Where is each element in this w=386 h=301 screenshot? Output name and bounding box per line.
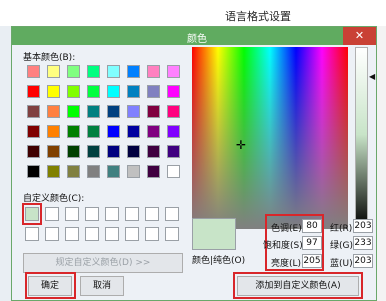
basic-color-swatch[interactable] xyxy=(47,165,60,178)
basic-color-swatch[interactable] xyxy=(107,105,120,118)
define-custom-colors-button[interactable]: 规定自定义颜色(D) >> xyxy=(23,253,183,273)
custom-color-slot[interactable] xyxy=(105,207,119,221)
basic-colors-label: 基本颜色(B): xyxy=(23,53,76,63)
basic-color-swatch[interactable] xyxy=(47,105,60,118)
color-spectrum[interactable] xyxy=(192,47,348,229)
crosshair-icon: ✛ xyxy=(236,138,247,152)
basic-color-swatch[interactable] xyxy=(27,125,40,138)
custom-color-slot[interactable] xyxy=(65,227,79,241)
luminance-slider[interactable] xyxy=(355,47,368,229)
saturation-label: 饱和度(S): xyxy=(263,241,306,251)
basic-color-swatch[interactable] xyxy=(127,165,140,178)
green-input[interactable]: 233 xyxy=(353,236,373,250)
basic-color-swatch[interactable] xyxy=(47,125,60,138)
close-button[interactable]: ✕ xyxy=(343,27,376,45)
custom-color-slot[interactable] xyxy=(165,207,179,221)
basic-color-swatch[interactable] xyxy=(87,145,100,158)
red-input[interactable]: 203 xyxy=(353,219,373,233)
custom-color-slot[interactable] xyxy=(125,207,139,221)
basic-color-swatch[interactable] xyxy=(147,125,160,138)
basic-color-swatch[interactable] xyxy=(167,165,180,178)
custom-color-slot[interactable] xyxy=(85,207,99,221)
basic-color-swatch[interactable] xyxy=(87,65,100,78)
custom-color-slot[interactable] xyxy=(145,207,159,221)
custom-colors-label: 自定义颜色(C): xyxy=(23,194,85,204)
basic-color-swatch[interactable] xyxy=(47,145,60,158)
cancel-button[interactable]: 取消 xyxy=(80,276,124,296)
hue-input[interactable]: 80 xyxy=(302,219,322,233)
dialog-title: 颜色 xyxy=(187,34,207,45)
dialog-titlebar: 颜色 ✕ xyxy=(12,27,376,45)
basic-color-swatch[interactable] xyxy=(27,85,40,98)
basic-color-swatch[interactable] xyxy=(87,85,100,98)
luminance-label: 亮度(L): xyxy=(271,259,305,269)
custom-color-slot[interactable] xyxy=(65,207,79,221)
color-dialog: 颜色 ✕ 基本颜色(B): 自定义颜色(C): 规定自定义颜色(D) >> 确定… xyxy=(11,26,377,301)
basic-color-swatch[interactable] xyxy=(27,65,40,78)
basic-color-swatch[interactable] xyxy=(27,165,40,178)
basic-color-swatch[interactable] xyxy=(147,165,160,178)
basic-color-swatch[interactable] xyxy=(127,125,140,138)
basic-color-swatch[interactable] xyxy=(167,145,180,158)
saturation-input[interactable]: 97 xyxy=(302,236,322,250)
basic-color-swatch[interactable] xyxy=(147,65,160,78)
basic-color-swatch[interactable] xyxy=(87,165,100,178)
basic-color-swatch[interactable] xyxy=(127,65,140,78)
basic-color-swatch[interactable] xyxy=(67,145,80,158)
luminance-pointer-icon[interactable]: ◀ xyxy=(369,72,375,81)
basic-color-swatch[interactable] xyxy=(167,65,180,78)
basic-color-swatch[interactable] xyxy=(47,85,60,98)
custom-color-slot[interactable] xyxy=(105,227,119,241)
basic-color-swatch[interactable] xyxy=(107,165,120,178)
blue-label: 蓝(U): xyxy=(330,259,356,269)
luminance-input[interactable]: 205 xyxy=(302,254,322,268)
add-to-custom-colors-button[interactable]: 添加到自定义颜色(A) xyxy=(237,276,359,296)
basic-color-swatch[interactable] xyxy=(147,145,160,158)
basic-color-swatch[interactable] xyxy=(67,125,80,138)
basic-color-swatch[interactable] xyxy=(87,125,100,138)
custom-color-slot[interactable] xyxy=(165,227,179,241)
close-icon: ✕ xyxy=(354,29,365,42)
parent-window-titlebar: 语言格式设置 xyxy=(0,0,386,26)
ok-button[interactable]: 确定 xyxy=(28,276,72,296)
basic-color-swatch[interactable] xyxy=(47,65,60,78)
basic-color-swatch[interactable] xyxy=(127,145,140,158)
basic-color-swatch[interactable] xyxy=(107,145,120,158)
basic-color-swatch[interactable] xyxy=(27,105,40,118)
custom-color-slot[interactable] xyxy=(85,227,99,241)
custom-color-slot[interactable] xyxy=(125,227,139,241)
color-solid-label: 颜色|纯色(O) xyxy=(192,256,246,266)
basic-color-swatch[interactable] xyxy=(67,165,80,178)
basic-color-swatch[interactable] xyxy=(67,105,80,118)
basic-color-swatch[interactable] xyxy=(67,85,80,98)
basic-color-swatch[interactable] xyxy=(167,125,180,138)
basic-color-swatch[interactable] xyxy=(147,105,160,118)
basic-color-swatch[interactable] xyxy=(167,85,180,98)
basic-color-swatch[interactable] xyxy=(127,85,140,98)
custom-color-slot[interactable] xyxy=(145,227,159,241)
hue-label: 色调(E): xyxy=(271,224,305,234)
basic-color-swatch[interactable] xyxy=(167,105,180,118)
basic-color-swatch[interactable] xyxy=(147,85,160,98)
custom-color-slot[interactable] xyxy=(25,207,39,221)
parent-window-title: 语言格式设置 xyxy=(225,10,291,23)
color-preview xyxy=(192,218,236,250)
basic-color-swatch[interactable] xyxy=(127,105,140,118)
basic-color-swatch[interactable] xyxy=(87,105,100,118)
basic-color-swatch[interactable] xyxy=(67,65,80,78)
blue-input[interactable]: 203 xyxy=(353,254,373,268)
basic-color-swatch[interactable] xyxy=(107,65,120,78)
custom-color-slot[interactable] xyxy=(45,207,59,221)
custom-color-slot[interactable] xyxy=(45,227,59,241)
basic-color-swatch[interactable] xyxy=(107,85,120,98)
red-label: 红(R): xyxy=(330,224,356,234)
basic-color-swatch[interactable] xyxy=(27,145,40,158)
custom-color-slot[interactable] xyxy=(25,227,39,241)
basic-color-swatch[interactable] xyxy=(107,125,120,138)
